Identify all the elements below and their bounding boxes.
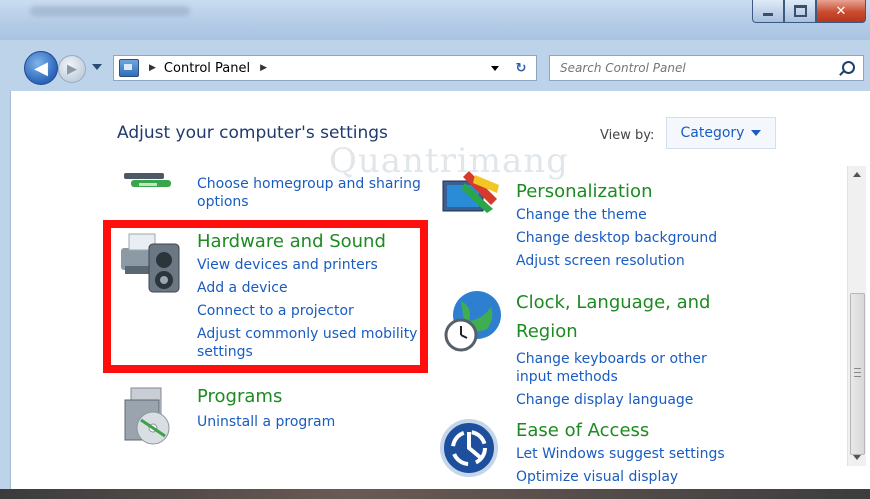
personalization-icon	[442, 171, 499, 213]
window-controls: ✕	[752, 0, 866, 23]
clock-globe-icon	[444, 291, 501, 352]
navigation-bar: ◀ ▶ ▶ Control Panel ▶ ↻	[0, 47, 870, 87]
vertical-scrollbar[interactable]	[847, 166, 866, 466]
page-title: Adjust your computer's settings	[117, 123, 388, 143]
category-programs: Programs Uninstall a program	[197, 385, 335, 434]
minimize-button[interactable]	[752, 0, 784, 23]
category-clock-language-region: Clock, Language, and Region Change keyboa…	[516, 288, 710, 410]
taskbar-strip	[0, 489, 870, 499]
search-box[interactable]	[549, 55, 864, 81]
minimize-icon	[763, 12, 773, 16]
link-change-background[interactable]: Change desktop background	[516, 227, 717, 250]
chevron-down-icon	[751, 130, 762, 136]
clock-language-region-title[interactable]: Clock, Language, and Region	[516, 288, 710, 346]
category-network: Choose homegroup and sharing options	[197, 175, 421, 215]
highlight-box	[103, 220, 428, 373]
grip-icon	[854, 368, 861, 377]
search-input[interactable]	[558, 60, 822, 76]
forward-button[interactable]: ▶	[58, 55, 86, 83]
maximize-button[interactable]	[784, 0, 816, 23]
link-screen-resolution[interactable]: Adjust screen resolution	[516, 250, 717, 273]
programs-icon	[124, 387, 170, 445]
ease-of-access-icon	[440, 419, 498, 477]
recent-pages-dropdown[interactable]	[92, 64, 102, 70]
back-button[interactable]: ◀	[24, 51, 58, 85]
view-by-label: View by:	[600, 128, 655, 143]
category-ease-of-access: Ease of Access Let Windows suggest setti…	[516, 419, 725, 489]
link-change-theme[interactable]: Change the theme	[516, 204, 717, 227]
forward-arrow-icon: ▶	[67, 61, 77, 77]
link-homegroup-sharing[interactable]: Choose homegroup and sharing options	[197, 175, 421, 211]
scroll-up-icon[interactable]	[853, 172, 861, 177]
breadcrumb-chevron-icon[interactable]: ▶	[149, 63, 156, 73]
link-change-keyboards[interactable]: Change keyboards or other input methods	[516, 350, 710, 386]
view-by-dropdown[interactable]: Category	[666, 117, 776, 149]
breadcrumb-chevron-icon[interactable]: ▶	[260, 63, 267, 73]
view-by-value: Category	[680, 125, 745, 141]
address-bar[interactable]: ▶ Control Panel ▶	[113, 55, 508, 81]
link-windows-suggest[interactable]: Let Windows suggest settings	[516, 443, 725, 466]
close-button[interactable]: ✕	[816, 0, 866, 23]
link-uninstall-program[interactable]: Uninstall a program	[197, 411, 335, 434]
link-optimize-display[interactable]: Optimize visual display	[516, 466, 725, 489]
refresh-button[interactable]: ↻	[506, 55, 537, 81]
category-personalization: Personalization Change the theme Change …	[516, 180, 717, 273]
control-panel-icon	[119, 59, 139, 77]
content-pane: Adjust your computer's settings View by:…	[10, 91, 870, 499]
personalization-title[interactable]: Personalization	[516, 180, 717, 204]
maximize-icon	[793, 5, 807, 17]
close-icon: ✕	[835, 3, 847, 19]
scroll-down-icon[interactable]	[853, 455, 861, 460]
blurred-window-title	[30, 6, 190, 16]
refresh-icon: ↻	[515, 60, 527, 76]
programs-title[interactable]: Programs	[197, 385, 335, 409]
search-icon[interactable]	[842, 61, 855, 74]
address-dropdown-icon[interactable]	[491, 65, 499, 71]
scroll-thumb[interactable]	[850, 293, 865, 455]
back-arrow-icon: ◀	[34, 57, 48, 79]
link-display-language[interactable]: Change display language	[516, 390, 710, 410]
title-bar: ✕	[0, 0, 870, 40]
breadcrumb-control-panel[interactable]: Control Panel	[164, 61, 250, 76]
network-icon	[124, 173, 171, 187]
ease-of-access-title[interactable]: Ease of Access	[516, 419, 725, 443]
